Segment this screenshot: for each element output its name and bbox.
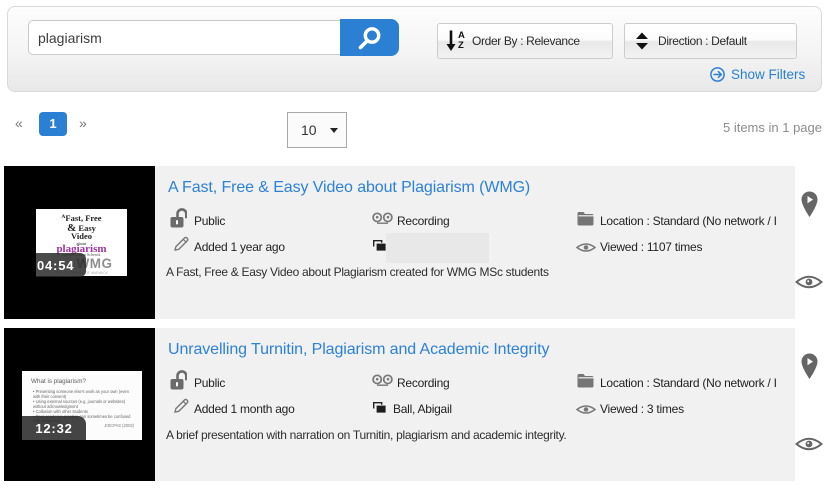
svg-text:Z: Z (458, 40, 464, 51)
